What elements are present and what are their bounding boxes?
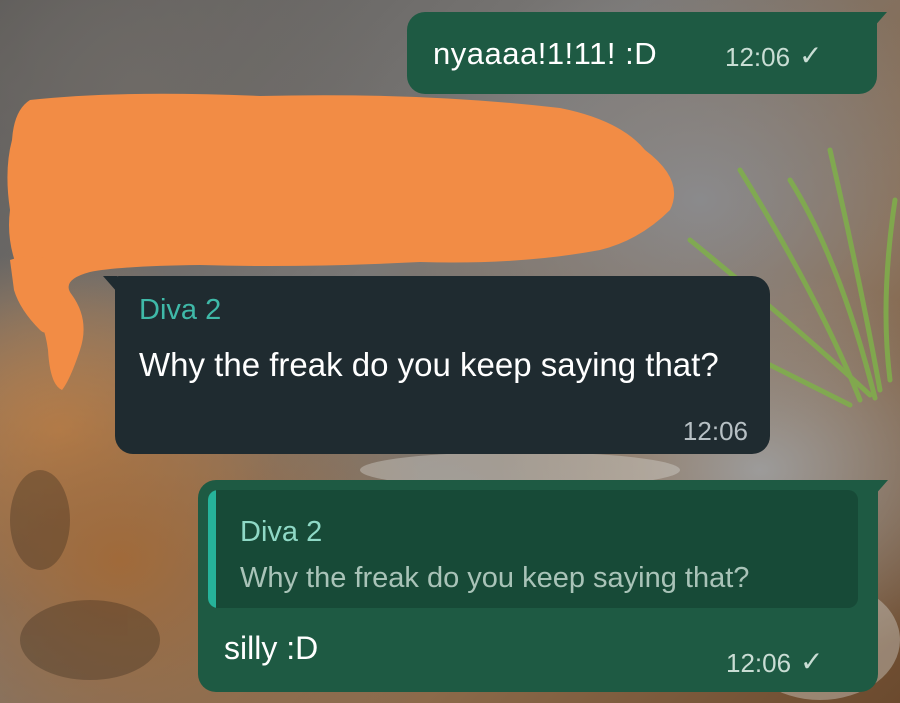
bubble-tail: [874, 480, 888, 496]
message-text: Why the freak do you keep saying that?: [139, 346, 719, 383]
outgoing-reply-message[interactable]: Diva 2 Why the freak do you keep saying …: [198, 480, 888, 692]
single-check-icon: ✓: [799, 40, 823, 71]
quoted-message-text: Why the freak do you keep saying that?: [240, 562, 750, 594]
message-time: 12:06: [682, 416, 748, 446]
message-text: nyaaaa!1!11! :D: [433, 36, 658, 71]
single-check-icon: ✓: [800, 646, 824, 677]
bubble-tail: [873, 12, 887, 28]
quoted-sender-name: Diva 2: [240, 516, 323, 548]
outgoing-message[interactable]: nyaaaa!1!11! :D 12:06 ✓: [407, 12, 887, 94]
sender-name: Diva 2: [139, 294, 222, 326]
quoted-message[interactable]: Diva 2 Why the freak do you keep saying …: [208, 490, 858, 608]
message-time: 12:06: [725, 42, 791, 72]
quote-bar: [208, 490, 216, 608]
incoming-message[interactable]: Diva 2 Why the freak do you keep saying …: [103, 276, 770, 454]
message-time: 12:06: [726, 648, 792, 678]
message-text: silly :D: [224, 630, 319, 666]
bubble-tail: [103, 276, 117, 292]
